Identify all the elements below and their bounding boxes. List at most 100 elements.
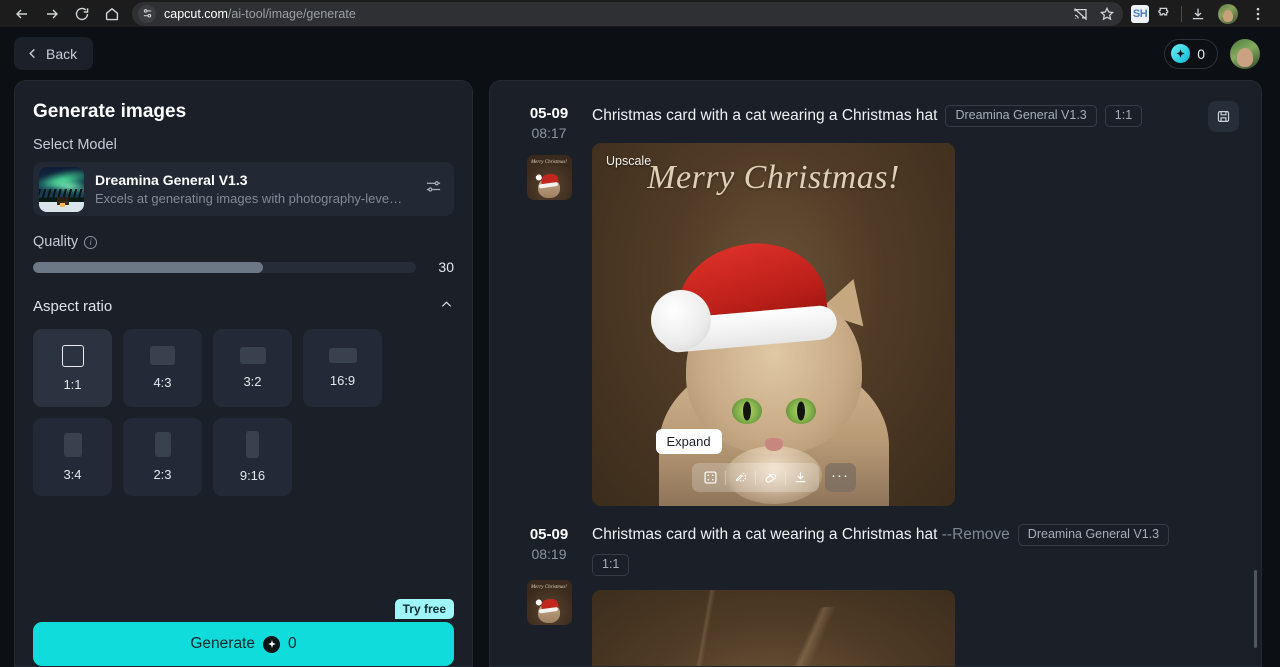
ratio-glyph-icon <box>239 347 266 364</box>
sliders-icon[interactable] <box>425 178 442 200</box>
capcut-ai-image-app: Back 0 Generate images Select Model Drea… <box>0 27 1280 667</box>
result-header: Christmas card with a cat wearing a Chri… <box>592 524 1249 576</box>
result-time: 08:19 <box>531 546 567 562</box>
model-thumbnail-icon <box>39 166 84 212</box>
toolbar-divider <box>1181 5 1182 22</box>
site-settings-icon[interactable] <box>138 4 156 23</box>
model-name: Dreamina General V1.3 <box>95 171 248 188</box>
aspect-ratio-grid: 1:1 4:3 3:2 16:9 3:4 2:3 9:16 <box>33 329 454 496</box>
generate-cost: 0 <box>288 635 297 652</box>
credits-badge[interactable]: 0 <box>1164 38 1218 69</box>
aspect-ratio-label-text: 3:2 <box>243 374 262 389</box>
results-panel: 05-09 08:17 Merry Christmas! Christmas c… <box>489 80 1262 667</box>
back-label: Back <box>46 45 78 62</box>
download-icon[interactable] <box>786 463 815 492</box>
aspect-ratio-label: Aspect ratio <box>33 298 113 315</box>
select-model-text: Select Model <box>33 137 117 153</box>
thumbnail-hat-icon <box>540 172 559 187</box>
select-model-label: Select Model <box>33 137 454 153</box>
aspect-ratio-option-4-3[interactable]: 4:3 <box>123 329 202 407</box>
back-button[interactable]: Back <box>14 37 94 70</box>
result-prompt: Christmas card with a cat wearing a Chri… <box>592 106 937 126</box>
image-toolbar: ··· <box>691 463 856 492</box>
tag-ratio: 1:1 <box>592 553 630 576</box>
aspect-ratio-option-16-9[interactable]: 16:9 <box>303 329 382 407</box>
result-date: 05-09 <box>529 105 569 122</box>
address-bar[interactable]: capcut.com/ai-tool/image/generate <box>132 1 1123 26</box>
model-selector-card[interactable]: Dreamina General V1.3 Excels at generati… <box>33 162 454 216</box>
result-meta: 05-09 08:17 Merry Christmas! <box>506 103 592 506</box>
expand-icon[interactable] <box>696 463 725 492</box>
thumbnail-hat-icon <box>540 597 559 612</box>
browser-menu-icon[interactable] <box>1244 2 1272 26</box>
generated-image[interactable]: Upscale Merry Christmas! Expand ··· <box>592 143 955 506</box>
more-icon[interactable]: ··· <box>824 463 856 492</box>
tag-model: Dreamina General V1.3 <box>1017 524 1170 546</box>
upscale-label: Upscale <box>606 154 652 168</box>
aspect-ratio-option-9-16[interactable]: 9:16 <box>213 418 292 496</box>
browser-reload-button[interactable] <box>68 2 96 26</box>
browser-toolbar: capcut.com/ai-tool/image/generate SH <box>0 0 1280 27</box>
browser-profile-avatar[interactable] <box>1214 2 1242 26</box>
generate-images-panel: Generate images Select Model Dreamina Ge… <box>14 80 473 667</box>
thumbnail-caption: Merry Christmas! <box>531 585 567 590</box>
ratio-glyph-icon <box>328 348 357 363</box>
result-thumbnail[interactable]: Merry Christmas! <box>526 580 572 625</box>
aspect-ratio-label-text: 2:3 <box>153 467 172 482</box>
folder-icon[interactable] <box>1208 101 1239 132</box>
ratio-glyph-icon <box>63 432 82 457</box>
tag-model: Dreamina General V1.3 <box>945 105 1097 127</box>
app-header: Back 0 <box>0 27 1280 80</box>
generated-image[interactable] <box>592 589 955 666</box>
eraser-icon[interactable] <box>756 463 785 492</box>
quality-label: Quality i <box>33 234 454 250</box>
ratio-glyph-icon <box>61 344 84 367</box>
result-date: 05-09 <box>529 526 569 543</box>
tag-ratio: 1:1 <box>1104 105 1143 127</box>
aspect-ratio-label-text: 16:9 <box>329 373 356 388</box>
aspect-ratio-option-3-2[interactable]: 3:2 <box>213 329 292 407</box>
model-description: Excels at generating images with photogr… <box>95 190 405 206</box>
user-avatar[interactable] <box>1230 38 1260 69</box>
downloads-icon[interactable] <box>1184 2 1212 26</box>
quality-text: Quality <box>33 234 79 250</box>
retouch-icon[interactable] <box>726 463 755 492</box>
thumbnail-caption: Merry Christmas! <box>531 160 567 165</box>
quality-slider-row: 30 <box>33 259 454 275</box>
ratio-glyph-icon <box>246 431 259 458</box>
aspect-ratio-option-2-3[interactable]: 2:3 <box>123 418 202 496</box>
result-header: Christmas card with a cat wearing a Chri… <box>592 103 1249 129</box>
chevron-up-icon[interactable] <box>439 297 454 316</box>
credit-coin-icon <box>263 635 280 653</box>
aspect-ratio-label-text: 4:3 <box>153 375 172 390</box>
chevron-left-icon <box>29 48 35 59</box>
aspect-ratio-header[interactable]: Aspect ratio <box>33 297 454 316</box>
results-scrollbar[interactable] <box>1254 570 1257 648</box>
page-title: Generate images <box>33 101 187 122</box>
browser-back-button[interactable] <box>8 2 36 26</box>
aspect-ratio-label-text: 1:1 <box>63 376 82 392</box>
result-thumbnail[interactable]: Merry Christmas! <box>526 155 572 200</box>
aspect-ratio-label-text: 3:4 <box>63 466 82 482</box>
extension-sh-icon[interactable]: SH <box>1131 4 1149 23</box>
info-icon[interactable]: i <box>84 235 98 249</box>
cast-off-icon[interactable] <box>1073 6 1089 22</box>
result-prompt: Christmas card with a cat wearing a Chri… <box>592 525 1010 545</box>
prompt-text: Christmas card with a cat wearing a Chri… <box>592 106 938 124</box>
result-time: 08:17 <box>531 125 567 141</box>
browser-forward-button[interactable] <box>38 2 66 26</box>
ratio-glyph-icon <box>150 346 175 365</box>
result-main: Christmas card with a cat wearing a Chri… <box>592 103 1249 506</box>
result-main: Christmas card with a cat wearing a Chri… <box>592 524 1249 666</box>
browser-home-button[interactable] <box>98 2 126 26</box>
extensions-puzzle-icon[interactable] <box>1151 2 1179 26</box>
ratio-glyph-icon <box>154 432 171 457</box>
aspect-ratio-option-3-4[interactable]: 3:4 <box>33 418 112 496</box>
result-meta: 05-09 08:19 Merry Christmas! <box>506 524 592 666</box>
result-item: 05-09 08:17 Merry Christmas! Christmas c… <box>506 81 1249 506</box>
aspect-ratio-option-1-1[interactable]: 1:1 <box>33 329 112 407</box>
generate-button[interactable]: Generate 0 <box>33 622 454 666</box>
quality-slider[interactable] <box>33 261 416 273</box>
expand-tooltip: Expand <box>655 429 722 454</box>
bookmark-star-icon[interactable] <box>1099 6 1115 22</box>
